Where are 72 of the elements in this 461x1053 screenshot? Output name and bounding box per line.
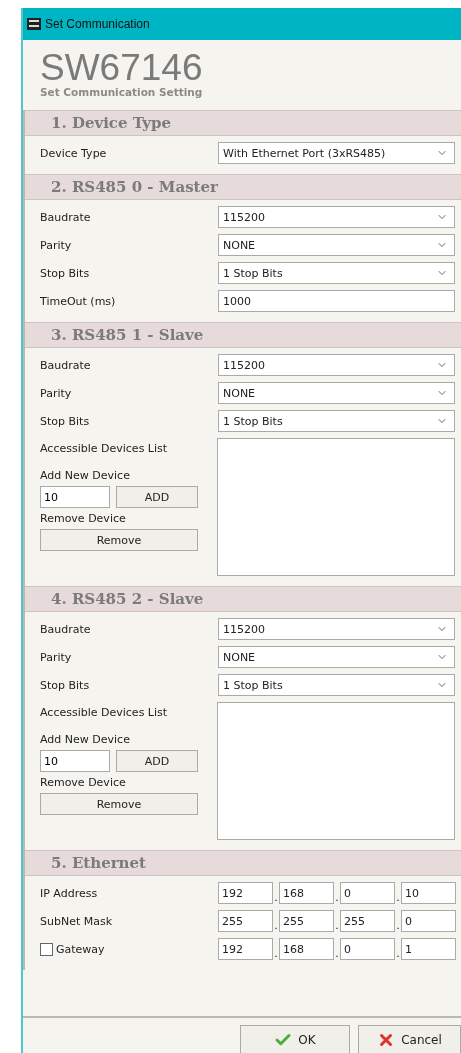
octet-separator: . — [334, 919, 340, 932]
dropdown[interactable]: NONE — [218, 382, 455, 404]
octet-field[interactable]: 0 — [340, 882, 395, 904]
remove-button[interactable]: Remove — [40, 793, 198, 815]
octet-field[interactable]: 192 — [218, 938, 273, 960]
devices-list[interactable] — [217, 438, 455, 576]
field-label: Stop Bits — [40, 414, 91, 428]
field-label: Stop Bits — [40, 678, 91, 692]
input-field[interactable]: 1000 — [218, 290, 455, 312]
octet-field[interactable]: 10 — [401, 882, 456, 904]
octet-separator: . — [395, 947, 401, 960]
octet-field[interactable]: 0 — [340, 938, 395, 960]
field-label: TimeOut (ms) — [40, 294, 117, 308]
section-header: 3. RS485 1 - Slave — [25, 322, 461, 348]
section-header: 4. RS485 2 - Slave — [25, 586, 461, 612]
field-label: Accessible Devices List — [40, 706, 169, 719]
section-header: 2. RS485 0 - Master — [25, 174, 461, 200]
octet-separator: . — [273, 919, 279, 932]
add-button[interactable]: ADD — [116, 486, 198, 508]
octet-field[interactable]: 255 — [279, 910, 334, 932]
dropdown[interactable]: 1 Stop Bits — [218, 262, 455, 284]
checkbox[interactable] — [40, 942, 53, 956]
field-label: SubNet Mask — [40, 914, 114, 928]
octet-field[interactable]: 192 — [218, 882, 273, 904]
field-label: Device Type — [40, 146, 108, 160]
dropdown[interactable]: With Ethernet Port (3xRS485) — [218, 142, 455, 164]
device-id-field[interactable]: 10 — [40, 750, 110, 772]
dropdown[interactable]: 115200 — [218, 354, 455, 376]
section-header: 5. Ethernet — [25, 850, 461, 876]
field-label: Baudrate — [40, 358, 92, 372]
field-label: Accessible Devices List — [40, 442, 169, 455]
logo-icon — [27, 18, 41, 30]
devices-list[interactable] — [217, 702, 455, 840]
field-label: Stop Bits — [40, 266, 91, 280]
page-title: SW67146 — [40, 50, 204, 86]
dropdown[interactable]: NONE — [218, 646, 455, 668]
octet-separator: . — [334, 947, 340, 960]
octet-separator: . — [395, 891, 401, 904]
field-label: Parity — [40, 238, 73, 252]
checkbox-label: Gateway — [56, 942, 105, 956]
section-header: 1. Device Type — [25, 110, 461, 136]
dropdown[interactable]: 1 Stop Bits — [218, 674, 455, 696]
octet-field[interactable]: 0 — [401, 910, 456, 932]
device-id-field[interactable]: 10 — [40, 486, 110, 508]
octet-separator: . — [273, 947, 279, 960]
octet-separator: . — [395, 919, 401, 932]
ok-button[interactable]: OK — [240, 1025, 350, 1053]
dropdown[interactable]: NONE — [218, 234, 455, 256]
field-label: IP Address — [40, 886, 99, 900]
dropdown[interactable]: 1 Stop Bits — [218, 410, 455, 432]
field-label: Add New Device — [40, 733, 131, 746]
page-subtitle: Set Communication Setting — [40, 86, 204, 98]
window-title: Set Communication — [45, 17, 150, 31]
octet-field[interactable]: 255 — [340, 910, 395, 932]
field-label: Parity — [40, 386, 73, 400]
dropdown[interactable]: 115200 — [218, 618, 455, 640]
field-label: Baudrate — [40, 622, 92, 636]
dropdown[interactable]: 115200 — [218, 206, 455, 228]
remove-button[interactable]: Remove — [40, 529, 198, 551]
field-label: Baudrate — [40, 210, 92, 224]
field-label: Remove Device — [40, 512, 127, 525]
octet-field[interactable]: 1 — [401, 938, 456, 960]
octet-field[interactable]: 255 — [218, 910, 273, 932]
octet-field[interactable]: 168 — [279, 882, 334, 904]
add-button[interactable]: ADD — [116, 750, 198, 772]
octet-field[interactable]: 168 — [279, 938, 334, 960]
cancel-button[interactable]: Cancel — [358, 1025, 461, 1053]
field-label: Add New Device — [40, 469, 131, 482]
octet-separator: . — [334, 891, 340, 904]
octet-separator: . — [273, 891, 279, 904]
field-label: Parity — [40, 650, 73, 664]
field-label: Remove Device — [40, 776, 127, 789]
